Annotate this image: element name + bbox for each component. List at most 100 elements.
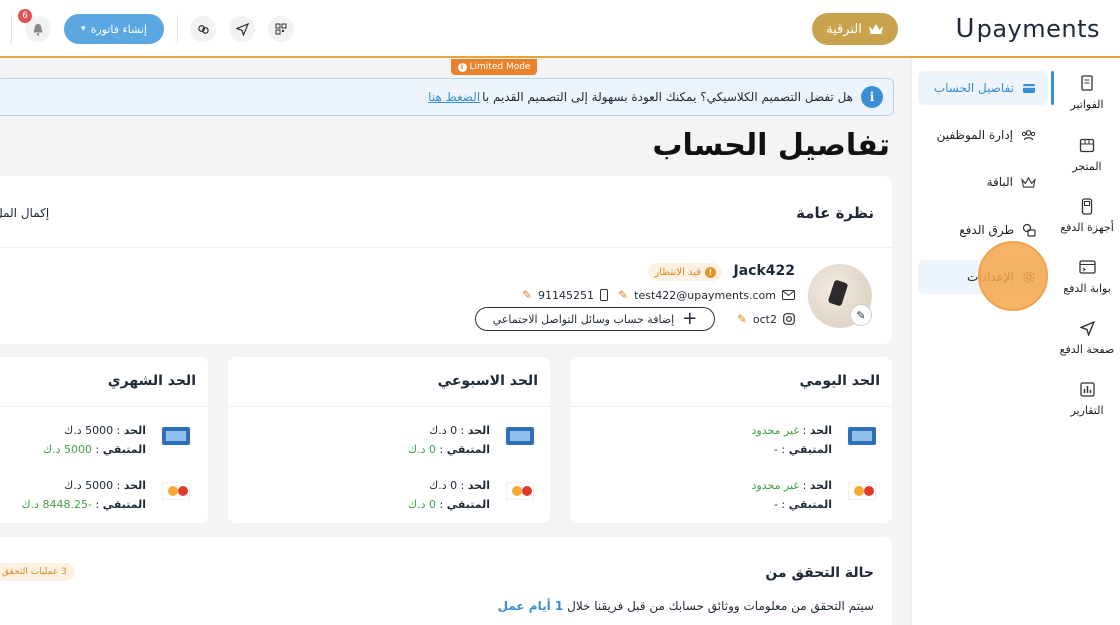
mastercard-icon	[848, 482, 876, 500]
knet-icon	[162, 427, 190, 445]
crown-icon	[868, 24, 883, 34]
submenu-item-label: تفاصيل الحساب	[933, 81, 1014, 95]
rail-item-payment-gateway[interactable]: بوابة الدفع	[1054, 256, 1120, 295]
qr-icon	[275, 23, 287, 35]
limit-row-knet: الحد : 5000 د.ك المتبقي : 5000 د.ك	[0, 421, 190, 461]
weekly-limit-card: الحد الاسبوعي الحد : 0 د.ك المتبقي : 0 د…	[0, 357, 550, 523]
main-nav-rail: الفواتير المتجر أجهزة الدفع بوابة الدفع …	[1054, 58, 1120, 625]
submenu-item-staff[interactable]: إدارة الموظفين	[918, 118, 1048, 152]
add-social-button[interactable]: + إضافة حساب وسائل التواصل الاجتماعي	[475, 307, 715, 331]
mobile-icon	[600, 289, 608, 301]
status-badge: ! قيد الانتظار	[648, 263, 722, 281]
divider	[571, 406, 892, 407]
reports-icon	[1079, 378, 1095, 400]
mastercard-icon	[506, 482, 534, 500]
divider	[0, 406, 208, 407]
status-text: قيد الانتظار	[654, 266, 701, 278]
daily-limit-title: الحد اليومي	[799, 373, 881, 389]
rail-item-label: الفواتير	[1070, 98, 1104, 111]
limit-row-knet: الحد : 0 د.ك المتبقي : 0 د.ك 0%	[0, 421, 534, 461]
overview-card: نظرة عامة إكمال المل ✎ Jack422 ! قيد الا…	[0, 176, 892, 344]
page-title: تفاصيل الحساب	[652, 128, 890, 163]
daily-limit-card: الحد اليومي الحد : غير محدود المتبقي : -…	[311, 357, 892, 523]
limit-row-knet: الحد : غير محدود المتبقي : - 0%	[311, 421, 876, 461]
edit-email-icon[interactable]: ✎	[618, 288, 628, 302]
instagram-value: oct2	[752, 312, 777, 326]
submenu-item-payment-methods[interactable]: طرق الدفع	[918, 213, 1048, 247]
divider	[228, 406, 550, 407]
invoice-icon	[1080, 72, 1094, 94]
create-invoice-label: إنشاء فاتورة	[90, 22, 147, 36]
verification-days: 1 أيام عمل	[497, 599, 564, 613]
complete-profile-link[interactable]: إكمال المل	[0, 206, 49, 220]
verification-badge: 3 عمليات التحقق	[0, 563, 75, 581]
plus-icon: +	[682, 308, 698, 329]
notice-link[interactable]: الضغط هنا	[428, 90, 480, 104]
rail-item-label: صفحة الدفع	[1059, 343, 1115, 356]
send-button[interactable]	[229, 16, 255, 42]
verification-text: سيتم التحقق من معلومات ووثائق حسابك من ق…	[497, 599, 874, 613]
limit-text: الحد : 5000 د.ك المتبقي : -8448.25 د.ك	[21, 479, 146, 511]
link-button[interactable]	[190, 16, 216, 42]
rail-item-payment-page[interactable]: صفحة الدفع	[1054, 317, 1120, 356]
monthly-limit-card: الحد الشهري الحد : 5000 د.ك المتبقي : 50…	[0, 357, 208, 523]
notification-count-badge: 6	[18, 9, 32, 23]
submenu-item-label: طرق الدفع	[959, 223, 1014, 237]
click-highlight	[978, 241, 1048, 311]
upgrade-button[interactable]: الترقية	[812, 13, 898, 45]
rail-item-store[interactable]: المتجر	[1054, 134, 1120, 173]
rail-item-reports[interactable]: التقارير	[1054, 378, 1120, 417]
avatar-edit-button[interactable]: ✎	[850, 304, 872, 326]
create-invoice-button[interactable]: إنشاء فاتورة ▾	[64, 14, 164, 44]
settings-submenu: تفاصيل الحساب إدارة الموظفين الباقة طرق …	[911, 58, 1054, 625]
notice-text: هل تفضل التصميم الكلاسيكي؟ يمكنك العودة …	[482, 90, 853, 104]
weekly-limit-title: الحد الاسبوعي	[437, 373, 538, 389]
account-icon	[1023, 84, 1035, 93]
upgrade-label: الترقية	[826, 21, 862, 37]
link-icon	[197, 24, 209, 34]
mail-icon	[782, 290, 795, 300]
store-icon	[1079, 134, 1095, 156]
phone-row: ✎ 91145251	[522, 288, 608, 302]
rail-item-pos-devices[interactable]: أجهزة الدفع	[1054, 195, 1120, 234]
divider	[0, 247, 892, 248]
limit-row-mastercard: الحد : 0 د.ك المتبقي : 0 د.ك 0%	[0, 476, 534, 516]
pos-device-icon	[1081, 195, 1093, 217]
knet-icon	[506, 427, 534, 445]
edit-instagram-icon[interactable]: ✎	[737, 312, 747, 326]
verification-card: حالة التحقق من 3 عمليات التحقق سيتم التح…	[0, 537, 892, 625]
limit-text: الحد : غير محدود المتبقي : -	[751, 424, 832, 456]
info-icon: i	[457, 62, 467, 72]
email-value: test422@upayments.com	[634, 288, 776, 302]
instagram-icon	[783, 313, 795, 325]
submenu-item-package[interactable]: الباقة	[918, 165, 1048, 199]
instagram-row: ✎ oct2	[737, 312, 795, 326]
mastercard-icon	[162, 482, 190, 500]
limited-mode-badge: i Limited Mode	[451, 59, 537, 75]
verification-title: حالة التحقق من	[765, 565, 874, 581]
crown-icon	[1021, 176, 1036, 188]
logo-text: payments	[976, 15, 1100, 43]
staff-icon	[1021, 130, 1036, 141]
monthly-limit-title: الحد الشهري	[107, 373, 196, 389]
rail-item-label: المتجر	[1072, 160, 1102, 173]
limit-row-mastercard: الحد : غير محدود المتبقي : - 0%	[311, 476, 876, 516]
rail-item-invoices[interactable]: الفواتير	[1054, 72, 1120, 111]
send-icon	[235, 22, 249, 36]
logo[interactable]: U payments	[956, 14, 1100, 44]
rail-item-label: أجهزة الدفع	[1060, 221, 1114, 234]
logo-mark: U	[955, 14, 975, 44]
payment-methods-icon	[1022, 223, 1036, 237]
gateway-icon	[1078, 256, 1096, 278]
edit-phone-icon[interactable]: ✎	[522, 288, 532, 302]
divider	[11, 15, 12, 43]
chevron-down-icon: ▾	[81, 24, 86, 34]
limit-text: الحد : 5000 د.ك المتبقي : 5000 د.ك	[43, 424, 146, 456]
add-social-label: إضافة حساب وسائل التواصل الاجتماعي	[492, 312, 675, 326]
submenu-item-label: إدارة الموظفين	[936, 128, 1013, 142]
qr-button[interactable]	[268, 16, 294, 42]
submenu-item-account-details[interactable]: تفاصيل الحساب	[918, 71, 1054, 105]
classic-design-notice: i هل تفضل التصميم الكلاسيكي؟ يمكنك العود…	[0, 78, 894, 116]
phone-value: 91145251	[538, 288, 594, 302]
limit-text: الحد : 0 د.ك المتبقي : 0 د.ك	[408, 424, 490, 456]
